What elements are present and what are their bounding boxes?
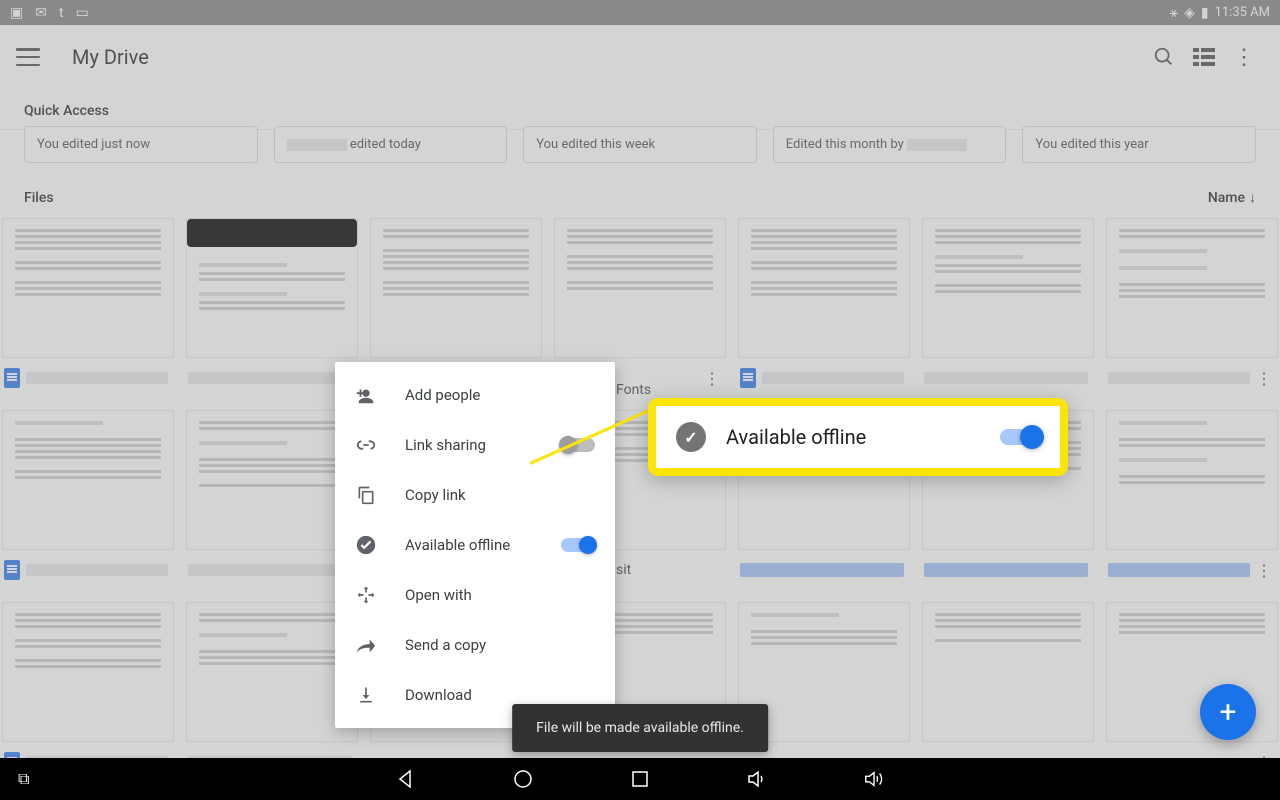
- offline-check-icon: ✓: [676, 422, 706, 452]
- quick-access-header: Quick Access: [0, 89, 1280, 130]
- menu-copy-link[interactable]: Copy link: [335, 470, 615, 520]
- file-more-icon[interactable]: ⋮: [1256, 561, 1272, 580]
- file-item[interactable]: ⋮: [1106, 218, 1278, 398]
- home-button[interactable]: [512, 768, 534, 790]
- search-icon[interactable]: [1144, 37, 1184, 77]
- image-icon: ▭: [76, 5, 89, 21]
- file-item[interactable]: [2, 410, 174, 590]
- file-title-redacted: [1108, 372, 1250, 384]
- menu-label: Download: [405, 686, 595, 704]
- link-icon: [355, 434, 377, 456]
- partial-label: sit: [616, 562, 631, 578]
- file-title-redacted: [188, 564, 352, 576]
- wifi-icon: ◈: [1184, 5, 1195, 21]
- app-bar: My Drive ⋮: [0, 25, 1280, 89]
- sort-button[interactable]: Name ↓: [1208, 189, 1256, 206]
- view-list-icon[interactable]: [1184, 37, 1224, 77]
- file-title-redacted: [924, 372, 1088, 384]
- offline-check-icon: [355, 534, 377, 556]
- file-item[interactable]: [738, 602, 910, 782]
- redacted-author: [907, 139, 967, 151]
- callout-toggle-on[interactable]: [1000, 429, 1040, 445]
- screenshot-icon[interactable]: ⧉: [18, 769, 29, 789]
- file-item[interactable]: [922, 218, 1094, 398]
- menu-label: Available offline: [405, 536, 533, 554]
- file-title-redacted: [1108, 563, 1250, 577]
- file-context-menu: Add people Link sharing Copy link Availa…: [335, 362, 615, 728]
- docs-icon: [740, 368, 756, 388]
- menu-label: Send a copy: [405, 636, 595, 654]
- quick-access-cards: You edited just now edited today You edi…: [0, 126, 1280, 175]
- page-title: My Drive: [72, 45, 1144, 69]
- callout-label: Available offline: [726, 425, 980, 449]
- quick-card[interactable]: You edited this year: [1022, 126, 1256, 163]
- battery-icon: ▮: [1201, 5, 1209, 21]
- file-grid: Fonts ⋮ ⋮ sit ⋮: [0, 218, 1280, 782]
- hamburger-menu-icon[interactable]: [16, 48, 40, 66]
- file-title-redacted: [26, 372, 168, 384]
- status-clock: 11:35 AM: [1215, 5, 1270, 20]
- menu-label: Copy link: [405, 486, 595, 504]
- menu-label: Add people: [405, 386, 595, 404]
- recents-button[interactable]: [629, 768, 651, 790]
- copy-icon: [355, 484, 377, 506]
- share-arrow-icon: [355, 634, 377, 656]
- person-add-icon: [355, 384, 377, 406]
- file-item[interactable]: [738, 218, 910, 398]
- android-nav-bar: ⧉: [0, 758, 1280, 800]
- file-item[interactable]: ⋮: [1106, 410, 1278, 590]
- open-with-icon: [355, 584, 377, 606]
- file-title-redacted: [740, 563, 904, 577]
- quick-card[interactable]: You edited this week: [523, 126, 757, 163]
- menu-available-offline[interactable]: Available offline: [335, 520, 615, 570]
- menu-open-with[interactable]: Open with: [335, 570, 615, 620]
- tumblr-icon: t: [59, 5, 64, 21]
- docs-icon: [4, 560, 20, 580]
- volume-down-icon[interactable]: [746, 768, 768, 790]
- file-more-icon[interactable]: ⋮: [704, 369, 720, 388]
- file-item[interactable]: ⋮: [1106, 602, 1278, 782]
- menu-label: Link sharing: [405, 436, 533, 454]
- file-item[interactable]: [922, 602, 1094, 782]
- menu-add-people[interactable]: Add people: [335, 370, 615, 420]
- quick-card[interactable]: You edited just now: [24, 126, 258, 163]
- snackbar-toast: File will be made available offline.: [512, 704, 768, 752]
- back-button[interactable]: [395, 768, 417, 790]
- file-more-icon[interactable]: ⋮: [1256, 369, 1272, 388]
- partial-label: Fonts: [616, 382, 651, 398]
- sort-arrow-down-icon: ↓: [1249, 189, 1256, 206]
- file-item[interactable]: [2, 602, 174, 782]
- file-item[interactable]: [186, 602, 358, 782]
- file-title-redacted: [762, 372, 904, 384]
- gallery-icon: ▣: [10, 5, 23, 21]
- toast-message: File will be made available offline.: [536, 720, 744, 736]
- fab-add-button[interactable]: +: [1200, 684, 1256, 740]
- redacted-author: [287, 139, 347, 151]
- file-item[interactable]: [186, 218, 358, 398]
- sort-label-text: Name: [1208, 190, 1245, 206]
- android-status-bar: ▣ ✉ t ▭ ⚹ ◈ ▮ 11:35 AM: [0, 0, 1280, 25]
- quick-card[interactable]: Edited this month by: [773, 126, 1007, 163]
- file-title-redacted: [188, 372, 352, 384]
- bluetooth-icon: ⚹: [1170, 5, 1178, 21]
- volume-up-icon[interactable]: [863, 768, 885, 790]
- menu-send-copy[interactable]: Send a copy: [335, 620, 615, 670]
- files-label: Files: [24, 190, 54, 206]
- file-item[interactable]: [2, 218, 174, 398]
- quick-card[interactable]: edited today: [274, 126, 508, 163]
- file-title-redacted: [924, 563, 1088, 577]
- file-title-redacted: [26, 564, 168, 576]
- file-item[interactable]: [186, 410, 358, 590]
- download-icon: [355, 684, 377, 706]
- docs-icon: [4, 368, 20, 388]
- mail-icon: ✉: [35, 5, 47, 21]
- files-header: Files Name ↓: [0, 175, 1280, 218]
- available-offline-toggle[interactable]: [561, 538, 595, 552]
- more-vert-icon[interactable]: ⋮: [1224, 37, 1264, 77]
- callout-available-offline: ✓ Available offline: [648, 398, 1068, 476]
- menu-label: Open with: [405, 586, 595, 604]
